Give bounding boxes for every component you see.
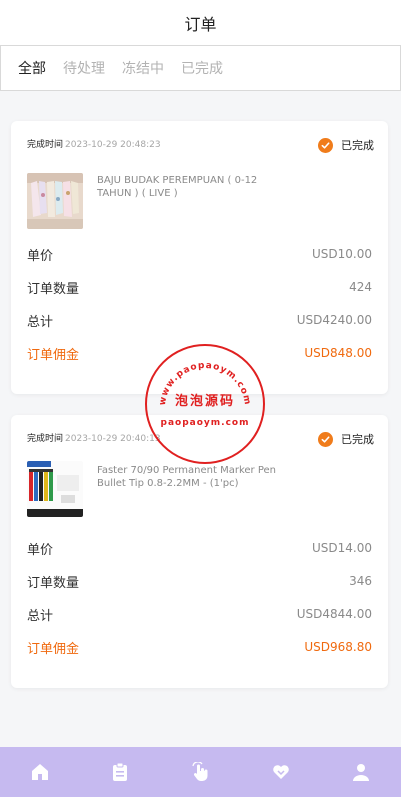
nav-grab[interactable]: [180, 752, 220, 792]
row-value: USD14.00: [312, 541, 372, 555]
nav-orders[interactable]: [100, 752, 140, 792]
check-circle-icon: [318, 431, 333, 447]
product-name: Faster 70/90 Permanent Marker Pen Bullet…: [97, 465, 276, 489]
row-value: USD968.80: [304, 640, 372, 654]
total-row: 总计 USD4844.00: [27, 604, 372, 624]
user-icon: [352, 764, 369, 781]
quantity-row: 订单数量 424: [27, 277, 372, 297]
row-label: 总计: [27, 314, 54, 330]
time-value: 2023-10-29 20:48:23: [65, 140, 161, 150]
row-value: USD4240.00: [296, 313, 372, 327]
row-value: 424: [349, 280, 372, 294]
check-circle-icon: [318, 137, 333, 153]
row-label: 订单佣金: [27, 347, 80, 363]
order-card[interactable]: 完成时间 2023-10-29 20:48:23 已完成 BAJU BUDAK P…: [11, 121, 388, 394]
quantity-row: 订单数量 346: [27, 571, 372, 591]
row-label: 订单佣金: [27, 641, 80, 657]
home-icon: [32, 764, 49, 780]
row-label: 单价: [27, 248, 54, 264]
top-bar: 订单: [0, 0, 401, 45]
commission-row: 订单佣金 USD848.00: [27, 343, 372, 363]
tap-hand-icon: [192, 762, 208, 781]
product-name: BAJU BUDAK PEREMPUAN ( 0-12 TAHUN ) ( LI…: [97, 175, 258, 199]
product-image: [27, 173, 83, 229]
tab-frozen[interactable]: 冻结中: [122, 58, 164, 78]
status-badge: 已完成: [318, 431, 374, 447]
row-label: 订单数量: [27, 281, 80, 297]
time-value: 2023-10-29 20:40:13: [65, 434, 161, 444]
status-text: 已完成: [341, 433, 374, 446]
unit-price-row: 单价 USD10.00: [27, 244, 372, 264]
tab-pending[interactable]: 待处理: [63, 58, 105, 78]
order-time: 完成时间 2023-10-29 20:48:23: [27, 137, 161, 150]
product-image: [27, 461, 83, 517]
order-tabs: 全部 待处理 冻结中 已完成: [0, 45, 401, 91]
order-card[interactable]: 完成时间 2023-10-29 20:40:13 已完成 Faster 70/90…: [11, 415, 388, 688]
page-title: 订单: [184, 14, 217, 34]
heart-icon: [272, 765, 289, 779]
tab-all[interactable]: 全部: [18, 58, 46, 78]
row-label: 单价: [27, 542, 54, 558]
row-value: USD848.00: [304, 346, 372, 360]
row-label: 订单数量: [27, 575, 80, 591]
order-time: 完成时间 2023-10-29 20:40:13: [27, 431, 161, 444]
time-label: 完成时间: [27, 140, 64, 150]
time-label: 完成时间: [27, 434, 64, 444]
commission-row: 订单佣金 USD968.80: [27, 637, 372, 657]
row-value: USD4844.00: [296, 607, 372, 621]
total-row: 总计 USD4240.00: [27, 310, 372, 330]
status-text: 已完成: [341, 139, 374, 152]
bottom-nav: [0, 747, 401, 797]
status-badge: 已完成: [318, 137, 374, 153]
nav-home[interactable]: [20, 752, 60, 792]
nav-profile[interactable]: [341, 752, 381, 792]
row-label: 总计: [27, 608, 54, 624]
clipboard-icon: [113, 762, 128, 781]
nav-favorites[interactable]: [261, 752, 301, 792]
row-value: USD10.00: [312, 247, 372, 261]
unit-price-row: 单价 USD14.00: [27, 538, 372, 558]
row-value: 346: [349, 574, 372, 588]
tab-completed[interactable]: 已完成: [181, 58, 223, 78]
